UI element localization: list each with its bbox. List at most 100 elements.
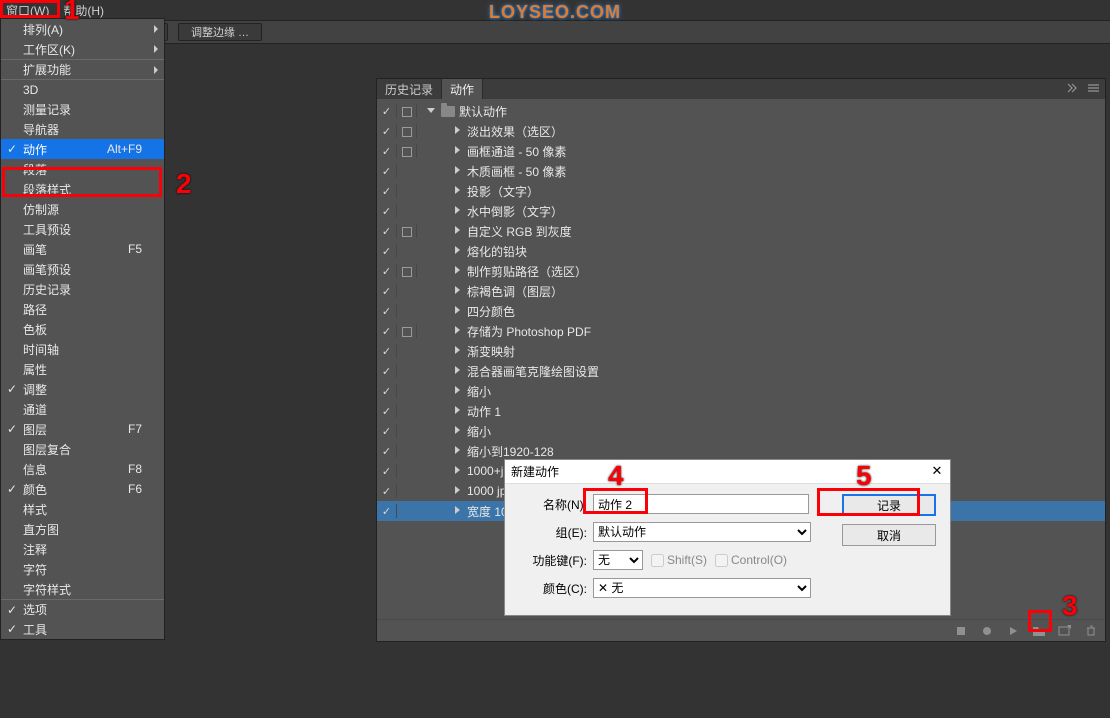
stop-icon[interactable] [953, 623, 969, 639]
action-row[interactable]: ✓四分颜色 [377, 301, 1105, 321]
menu-item[interactable]: 历史记录 [1, 279, 164, 299]
disclosure-icon[interactable] [453, 206, 463, 216]
menu-item[interactable]: ✓动作Alt+F9 [1, 139, 164, 159]
action-label: 动作 1 [467, 403, 501, 420]
disclosure-icon[interactable] [453, 286, 463, 296]
menu-item[interactable]: 工作区(K) [1, 39, 164, 59]
menu-item[interactable]: 工具预设 [1, 219, 164, 239]
options-bar: 调整边缘 … [0, 20, 1110, 44]
disclosure-icon[interactable] [453, 186, 463, 196]
menu-item[interactable]: ✓选项 [1, 599, 164, 619]
action-row[interactable]: ✓动作 1 [377, 401, 1105, 421]
menu-item[interactable]: ✓颜色F6 [1, 479, 164, 499]
fkey-label: 功能键(F): [515, 552, 587, 569]
menu-item[interactable]: 3D [1, 79, 164, 99]
trash-icon[interactable] [1083, 623, 1099, 639]
menu-item-label: 选项 [23, 601, 47, 618]
dialog-close-button[interactable]: ✕ [928, 462, 946, 480]
disclosure-icon[interactable] [453, 446, 463, 456]
disclosure-icon[interactable] [453, 366, 463, 376]
menu-item-label: 通道 [23, 401, 47, 418]
disclosure-icon[interactable] [427, 106, 437, 116]
disclosure-icon[interactable] [453, 486, 463, 496]
action-label: 熔化的铅块 [467, 243, 527, 260]
action-row[interactable]: ✓自定义 RGB 到灰度 [377, 221, 1105, 241]
action-row[interactable]: ✓缩小到1920-128 [377, 441, 1105, 461]
play-icon[interactable] [1005, 623, 1021, 639]
menu-item-label: 属性 [23, 361, 47, 378]
action-row[interactable]: ✓渐变映射 [377, 341, 1105, 361]
color-select[interactable]: ✕ 无 [593, 578, 811, 598]
action-set-select[interactable]: 默认动作 [593, 522, 811, 542]
disclosure-icon[interactable] [453, 166, 463, 176]
menu-item-label: 信息 [23, 461, 47, 478]
cancel-button[interactable]: 取消 [842, 524, 936, 546]
disclosure-icon[interactable] [453, 246, 463, 256]
refine-edge-button[interactable]: 调整边缘 … [178, 23, 262, 41]
disclosure-icon[interactable] [453, 466, 463, 476]
tab-history[interactable]: 历史记录 [377, 79, 442, 99]
panel-menu-icon[interactable] [1087, 82, 1101, 94]
watermark-text: LOYSEO.COM [0, 2, 1110, 23]
new-action-icon[interactable] [1057, 623, 1073, 639]
menu-item[interactable]: 时间轴 [1, 339, 164, 359]
menu-item[interactable]: 样式 [1, 499, 164, 519]
action-row[interactable]: ✓木质画框 - 50 像素 [377, 161, 1105, 181]
annotation-number-3: 3 [1062, 590, 1078, 622]
menu-item-label: 排列(A) [23, 21, 63, 38]
menu-item[interactable]: 画笔F5 [1, 239, 164, 259]
annotation-number-2: 2 [176, 168, 192, 200]
action-row[interactable]: ✓缩小 [377, 381, 1105, 401]
disclosure-icon[interactable] [453, 266, 463, 276]
menu-item-label: 直方图 [23, 521, 59, 538]
menu-item[interactable]: ✓调整 [1, 379, 164, 399]
record-icon[interactable] [979, 623, 995, 639]
action-row[interactable]: ✓熔化的铅块 [377, 241, 1105, 261]
disclosure-icon[interactable] [453, 406, 463, 416]
dialog-title-bar[interactable]: 新建动作 ✕ [505, 460, 950, 484]
menu-item[interactable]: ✓工具 [1, 619, 164, 639]
action-row[interactable]: ✓投影（文字） [377, 181, 1105, 201]
disclosure-icon[interactable] [453, 226, 463, 236]
action-row[interactable]: ✓棕褐色调（图层） [377, 281, 1105, 301]
menu-item[interactable]: 直方图 [1, 519, 164, 539]
action-row[interactable]: ✓制作剪贴路径（选区） [377, 261, 1105, 281]
action-row[interactable]: ✓水中倒影（文字） [377, 201, 1105, 221]
action-label: 水中倒影（文字） [467, 203, 563, 220]
function-key-select[interactable]: 无 [593, 550, 643, 570]
tab-actions[interactable]: 动作 [442, 79, 483, 99]
menu-item[interactable]: 图层复合 [1, 439, 164, 459]
menu-item[interactable]: 仿制源 [1, 199, 164, 219]
menu-item[interactable]: 通道 [1, 399, 164, 419]
disclosure-icon[interactable] [453, 126, 463, 136]
menu-item[interactable]: 导航器 [1, 119, 164, 139]
menu-item[interactable]: 路径 [1, 299, 164, 319]
action-row[interactable]: ✓存储为 Photoshop PDF [377, 321, 1105, 341]
disclosure-icon[interactable] [453, 146, 463, 156]
annotation-box-1 [0, 0, 60, 18]
action-row[interactable]: ✓画框通道 - 50 像素 [377, 141, 1105, 161]
disclosure-icon[interactable] [453, 326, 463, 336]
menu-item[interactable]: 注释 [1, 539, 164, 559]
menu-item[interactable]: 色板 [1, 319, 164, 339]
panel-collapse-icon[interactable] [1067, 82, 1081, 94]
disclosure-icon[interactable] [453, 506, 463, 516]
action-row[interactable]: ✓默认动作 [377, 101, 1105, 121]
menu-item[interactable]: 测量记录 [1, 99, 164, 119]
action-row[interactable]: ✓混合器画笔克隆绘图设置 [377, 361, 1105, 381]
disclosure-icon[interactable] [453, 346, 463, 356]
menu-item[interactable]: 画笔预设 [1, 259, 164, 279]
menu-item[interactable]: 属性 [1, 359, 164, 379]
menu-item[interactable]: 信息F8 [1, 459, 164, 479]
annotation-box-3 [1028, 610, 1052, 632]
disclosure-icon[interactable] [453, 306, 463, 316]
disclosure-icon[interactable] [453, 426, 463, 436]
action-label: 制作剪贴路径（选区） [467, 263, 587, 280]
menu-item[interactable]: 字符样式 [1, 579, 164, 599]
disclosure-icon[interactable] [453, 386, 463, 396]
menu-item[interactable]: 扩展功能 [1, 59, 164, 79]
menu-item[interactable]: ✓图层F7 [1, 419, 164, 439]
action-row[interactable]: ✓缩小 [377, 421, 1105, 441]
menu-item[interactable]: 字符 [1, 559, 164, 579]
action-row[interactable]: ✓淡出效果（选区） [377, 121, 1105, 141]
